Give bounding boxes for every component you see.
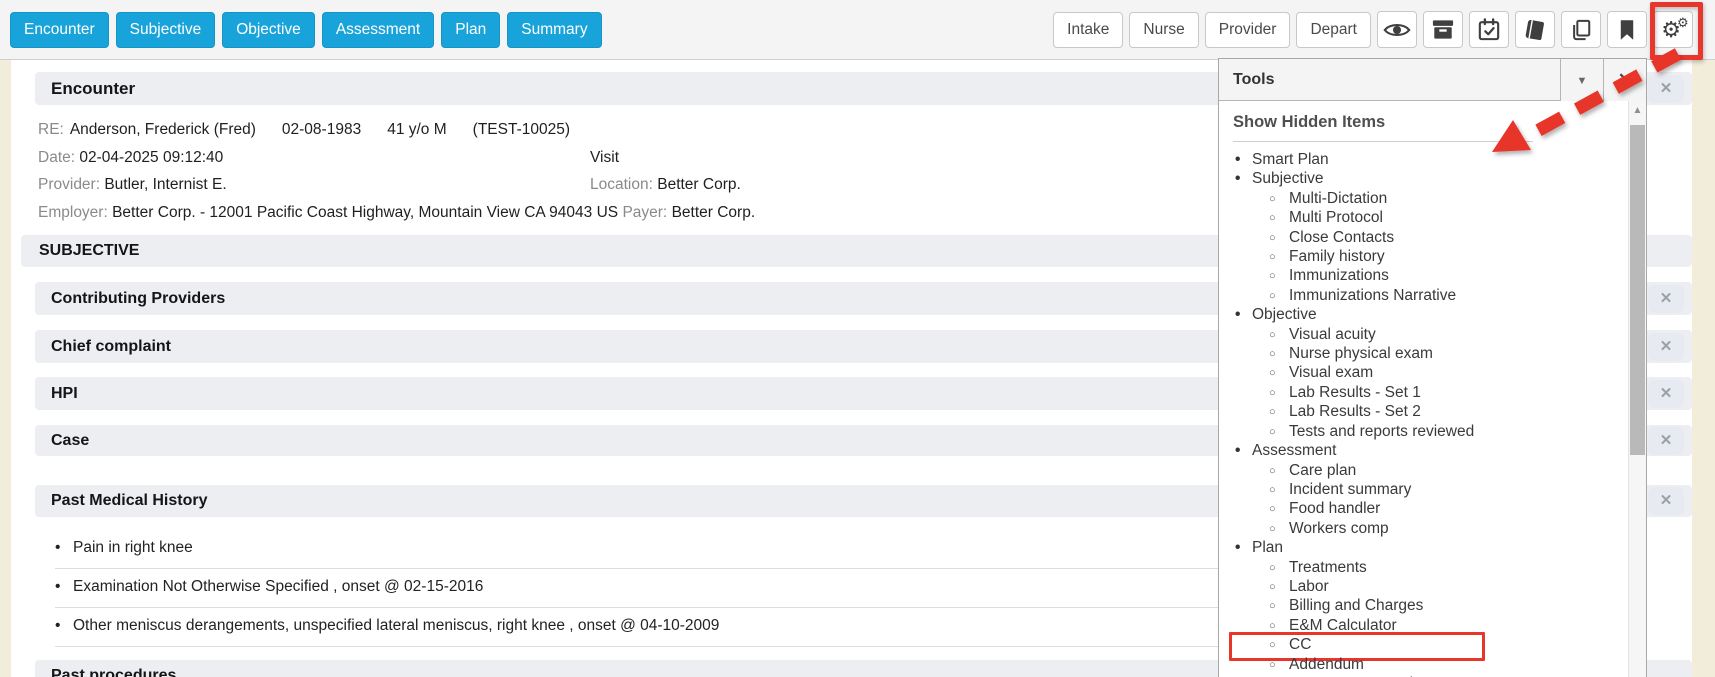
- hidden-items-list: Smart Plan Subjective Multi-Dictation Mu…: [1219, 150, 1646, 677]
- settings-button[interactable]: ⚙⚙: [1653, 11, 1693, 48]
- scroll-up-arrow-icon[interactable]: ▲: [1629, 101, 1646, 121]
- hidden-item-billing-and-charges[interactable]: Billing and Charges: [1219, 596, 1646, 615]
- date-label: Date:: [38, 149, 75, 166]
- nav-assessment-button[interactable]: Assessment: [322, 12, 434, 48]
- hidden-item-visual-exam[interactable]: Visual exam: [1219, 363, 1646, 382]
- tools-panel-body: Show Hidden Items Smart Plan Subjective …: [1219, 101, 1646, 677]
- encounter-date: 02-04-2025 09:12:40: [79, 149, 223, 166]
- eye-icon: [1383, 21, 1411, 39]
- close-section-past-medical-history-button[interactable]: ✕: [1648, 487, 1684, 515]
- hidden-item-workers-comp[interactable]: Workers comp: [1219, 519, 1646, 538]
- hidden-item-nurse-physical-exam[interactable]: Nurse physical exam: [1219, 344, 1646, 363]
- section-title: Chief complaint: [51, 338, 171, 356]
- hidden-item-labor[interactable]: Labor: [1219, 577, 1646, 596]
- note-nav-group: Encounter Subjective Objective Assessmen…: [10, 12, 602, 48]
- provider-label: Provider:: [38, 176, 100, 193]
- hidden-item-visual-acuity[interactable]: Visual acuity: [1219, 325, 1646, 344]
- patient-chart-id: (TEST-10025): [473, 121, 570, 138]
- nav-encounter-button[interactable]: Encounter: [10, 12, 109, 48]
- bookmark-button[interactable]: [1607, 11, 1647, 48]
- hidden-item-multi-dictation[interactable]: Multi-Dictation: [1219, 189, 1646, 208]
- preview-button[interactable]: [1377, 11, 1417, 48]
- hidden-item-family-history[interactable]: Family history: [1219, 247, 1646, 266]
- location-value: Better Corp.: [657, 176, 741, 193]
- section-title: Past Medical History: [51, 492, 208, 510]
- employer-value: Better Corp. - 12001 Pacific Coast Highw…: [112, 204, 618, 221]
- tools-scrollbar[interactable]: ▲: [1628, 101, 1646, 677]
- payer-value: Better Corp.: [672, 204, 756, 221]
- tools-scrollbar-thumb[interactable]: [1630, 125, 1645, 455]
- section-title: Encounter: [51, 79, 135, 99]
- toolbar-right-group: Intake Nurse Provider Depart: [1053, 11, 1693, 48]
- tools-close-button[interactable]: ✕: [1603, 59, 1646, 101]
- hidden-item-close-contacts[interactable]: Close Contacts: [1219, 228, 1646, 247]
- nav-plan-button[interactable]: Plan: [441, 12, 500, 48]
- hidden-item-tests-and-reports-reviewed[interactable]: Tests and reports reviewed: [1219, 422, 1646, 441]
- close-section-hpi-button[interactable]: ✕: [1648, 380, 1684, 408]
- location-pair: Location: Better Corp.: [590, 171, 741, 199]
- appointments-button[interactable]: [1469, 11, 1509, 48]
- patient-name: Anderson, Frederick (Fred): [70, 121, 256, 138]
- payer-label: Payer:: [622, 204, 667, 221]
- close-section-contributing-providers-button[interactable]: ✕: [1648, 285, 1684, 313]
- gears-icon: ⚙⚙: [1661, 19, 1684, 41]
- section-title: HPI: [51, 385, 78, 403]
- nav-subjective-button[interactable]: Subjective: [116, 12, 216, 48]
- provider-button[interactable]: Provider: [1205, 12, 1291, 48]
- archive-button[interactable]: [1423, 11, 1463, 48]
- close-section-chief-complaint-button[interactable]: ✕: [1648, 333, 1684, 361]
- hidden-item-care-plan[interactable]: Care plan: [1219, 461, 1646, 480]
- hidden-item-plan[interactable]: Plan: [1219, 538, 1646, 557]
- hidden-item-lab-results-set-2[interactable]: Lab Results - Set 2: [1219, 402, 1646, 421]
- copy-icon: [1570, 19, 1592, 41]
- hidden-item-multi-protocol[interactable]: Multi Protocol: [1219, 208, 1646, 227]
- location-label: Location:: [590, 176, 653, 193]
- close-section-encounter-button[interactable]: ✕: [1648, 75, 1684, 103]
- copy-button[interactable]: [1561, 11, 1601, 48]
- patient-age-sex: 41 y/o M: [387, 121, 446, 138]
- hidden-item-addendum[interactable]: Addendum: [1219, 655, 1646, 674]
- hidden-item-immunizations-narrative[interactable]: Immunizations Narrative: [1219, 286, 1646, 305]
- provider-name: Butler, Internist E.: [104, 176, 226, 193]
- section-title: Case: [51, 432, 89, 450]
- heading-divider: [1233, 141, 1533, 142]
- section-title: SUBJECTIVE: [39, 242, 139, 260]
- hidden-item-treatments[interactable]: Treatments: [1219, 558, 1646, 577]
- nav-summary-button[interactable]: Summary: [507, 12, 601, 48]
- close-icon: ✕: [1618, 70, 1632, 89]
- employer-label: Employer:: [38, 204, 108, 221]
- section-title: Past procedures: [51, 667, 176, 677]
- hidden-item-subjective[interactable]: Subjective: [1219, 169, 1646, 188]
- hidden-item-lab-results-set-1[interactable]: Lab Results - Set 1: [1219, 383, 1646, 402]
- close-section-case-button[interactable]: ✕: [1648, 427, 1684, 455]
- chevron-down-icon: ▼: [1577, 75, 1588, 87]
- depart-button[interactable]: Depart: [1296, 12, 1371, 48]
- book-icon: [1524, 19, 1546, 41]
- nurse-button[interactable]: Nurse: [1129, 12, 1198, 48]
- re-label: RE:: [38, 121, 64, 138]
- tools-collapse-button[interactable]: ▼: [1560, 59, 1603, 101]
- hidden-item-objective[interactable]: Objective: [1219, 305, 1646, 324]
- patient-dob: 02-08-1983: [282, 121, 361, 138]
- hidden-item-immunizations[interactable]: Immunizations: [1219, 266, 1646, 285]
- hidden-item-smart-plan[interactable]: Smart Plan: [1219, 150, 1646, 169]
- reference-button[interactable]: [1515, 11, 1555, 48]
- top-toolbar: Encounter Subjective Objective Assessmen…: [0, 0, 1715, 60]
- bookmark-icon: [1619, 19, 1635, 41]
- tools-panel: Tools ▼ ✕ Show Hidden Items Smart Plan S…: [1218, 58, 1647, 677]
- tools-panel-header: Tools ▼ ✕: [1219, 59, 1646, 101]
- hidden-item-incident-summary[interactable]: Incident summary: [1219, 480, 1646, 499]
- section-title: Contributing Providers: [51, 290, 225, 308]
- hidden-item-food-handler[interactable]: Food handler: [1219, 499, 1646, 518]
- calendar-check-icon: [1478, 18, 1500, 41]
- visit-label: Visit: [590, 144, 619, 172]
- nav-objective-button[interactable]: Objective: [222, 12, 315, 48]
- hidden-item-assessment[interactable]: Assessment: [1219, 441, 1646, 460]
- show-hidden-items-heading: Show Hidden Items: [1233, 113, 1646, 132]
- hidden-item-cc[interactable]: CC: [1219, 635, 1646, 654]
- archive-box-icon: [1432, 19, 1454, 40]
- intake-button[interactable]: Intake: [1053, 12, 1123, 48]
